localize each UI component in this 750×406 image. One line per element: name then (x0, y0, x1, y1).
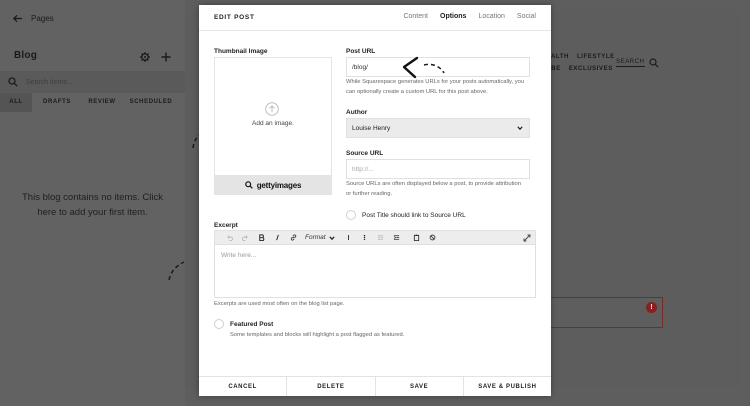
filter-tab-scheduled[interactable]: SCHEDULED (122, 93, 180, 112)
site-search-label: SEARCH (616, 59, 645, 67)
dialog-title: EDIT POST (214, 14, 255, 21)
site-nav-row-1: ALTH LIFESTYLE (551, 54, 615, 60)
tab-content[interactable]: Content (403, 13, 428, 20)
blog-sidebar: Pages Blog Search items... ALL DRAFTS RE… (0, 0, 185, 406)
sidebar-title: Blog (14, 50, 38, 61)
plus-icon (161, 52, 171, 62)
excerpt-toolbar: Format (214, 230, 536, 245)
clear-format-icon (429, 234, 436, 241)
save-publish-button[interactable]: SAVE & PUBLISH (464, 377, 551, 396)
tab-options[interactable]: Options (440, 13, 466, 20)
search-icon (244, 181, 253, 189)
site-search[interactable]: SEARCH (616, 58, 659, 68)
doodle-arrow-post-url (402, 56, 445, 79)
add-item-button[interactable] (160, 50, 172, 62)
source-url-input[interactable]: http://... (346, 159, 530, 179)
dialog-footer: CANCEL DELETE SAVE SAVE & PUBLISH (199, 376, 551, 396)
author-label: Author (346, 109, 368, 116)
format-label: Format (305, 234, 326, 241)
post-url-label: Post URL (346, 48, 376, 55)
italic-button[interactable] (269, 230, 285, 245)
link-icon (290, 234, 296, 241)
edit-post-dialog: EDIT POST Content Options Location Socia… (199, 5, 551, 396)
featured-post-help: Some templates and blocks will highlight… (230, 332, 405, 338)
link-source-label[interactable]: Post Title should link to Source URL (362, 212, 466, 219)
link-button[interactable] (285, 230, 301, 245)
chevron-down-icon (517, 126, 523, 131)
paste-button[interactable] (409, 230, 425, 245)
undo-icon (226, 235, 233, 241)
indent-icon (393, 235, 400, 240)
outdent-button[interactable] (373, 230, 389, 245)
clipboard-icon (414, 234, 420, 241)
site-nav-item[interactable]: ALTH (551, 54, 569, 60)
link-source-radio[interactable] (346, 210, 356, 220)
expand-icon[interactable] (523, 234, 531, 242)
source-url-help: Source URLs are often displayed below a … (346, 181, 521, 197)
dialog-header: EDIT POST Content Options Location Socia… (199, 5, 551, 31)
featured-post-radio[interactable] (214, 319, 224, 329)
empty-blog-message[interactable]: This blog contains no items. Click here … (20, 190, 165, 220)
excerpt-label: Excerpt (214, 222, 238, 229)
site-error-block (540, 297, 663, 328)
settings-button[interactable] (139, 50, 151, 62)
arrow-left-icon (12, 14, 23, 23)
filter-tab-all[interactable]: ALL (0, 93, 32, 112)
bold-icon (258, 234, 264, 241)
bold-button[interactable] (253, 230, 269, 245)
search-input[interactable]: Search items... (26, 79, 73, 86)
outdent-icon (377, 235, 384, 240)
italic-icon (275, 234, 279, 241)
search-icon (649, 58, 659, 68)
site-nav-row-2: IBE EXCLUSIVES (549, 66, 613, 72)
excerpt-editor[interactable]: Write here... (214, 245, 536, 298)
bullet-list-icon (363, 234, 366, 241)
featured-post-label[interactable]: Featured Post (230, 321, 273, 328)
excerpt-help: Excerpts are used most often on the blog… (214, 301, 345, 307)
upload-icon (265, 102, 279, 116)
numbered-list-icon (348, 235, 350, 240)
clear-format-button[interactable] (425, 230, 441, 245)
tab-location[interactable]: Location (478, 13, 504, 20)
bullet-list-button[interactable] (357, 230, 373, 245)
redo-button[interactable] (237, 230, 253, 245)
back-to-pages-link[interactable]: Pages (12, 13, 54, 24)
site-nav-item[interactable]: EXCLUSIVES (569, 66, 613, 72)
undo-button[interactable] (221, 230, 237, 245)
author-select[interactable]: Louise Henry (346, 118, 530, 138)
back-label: Pages (31, 14, 54, 23)
source-url-label: Source URL (346, 150, 384, 157)
filter-tab-review[interactable]: REVIEW (82, 93, 122, 112)
numbered-list-button[interactable] (341, 230, 357, 245)
indent-button[interactable] (389, 230, 405, 245)
search-icon (8, 77, 18, 87)
gear-icon (140, 52, 150, 62)
redo-icon (241, 235, 248, 241)
add-image-text[interactable]: Add an image. (199, 120, 347, 127)
dialog-tabs: Content Options Location Social (403, 13, 536, 20)
thumbnail-label: Thumbnail Image (214, 48, 268, 55)
tab-social[interactable]: Social (517, 13, 536, 20)
save-button[interactable]: SAVE (376, 377, 464, 396)
chevron-down-icon (328, 235, 335, 240)
delete-button[interactable]: DELETE (287, 377, 376, 396)
item-search[interactable]: Search items... (0, 71, 185, 93)
getty-images-logo: gettyimages (256, 180, 302, 190)
author-value: Louise Henry (352, 124, 391, 132)
error-badge[interactable]: ! (646, 302, 657, 313)
filter-tab-drafts[interactable]: DRAFTS (32, 93, 82, 112)
filter-tabs: ALL DRAFTS REVIEW SCHEDULED (0, 93, 185, 112)
cancel-button[interactable]: CANCEL (199, 377, 288, 396)
format-dropdown[interactable]: Format (305, 234, 335, 241)
getty-images-button[interactable]: gettyimages (214, 175, 332, 195)
site-nav-item[interactable]: LIFESTYLE (577, 54, 615, 60)
